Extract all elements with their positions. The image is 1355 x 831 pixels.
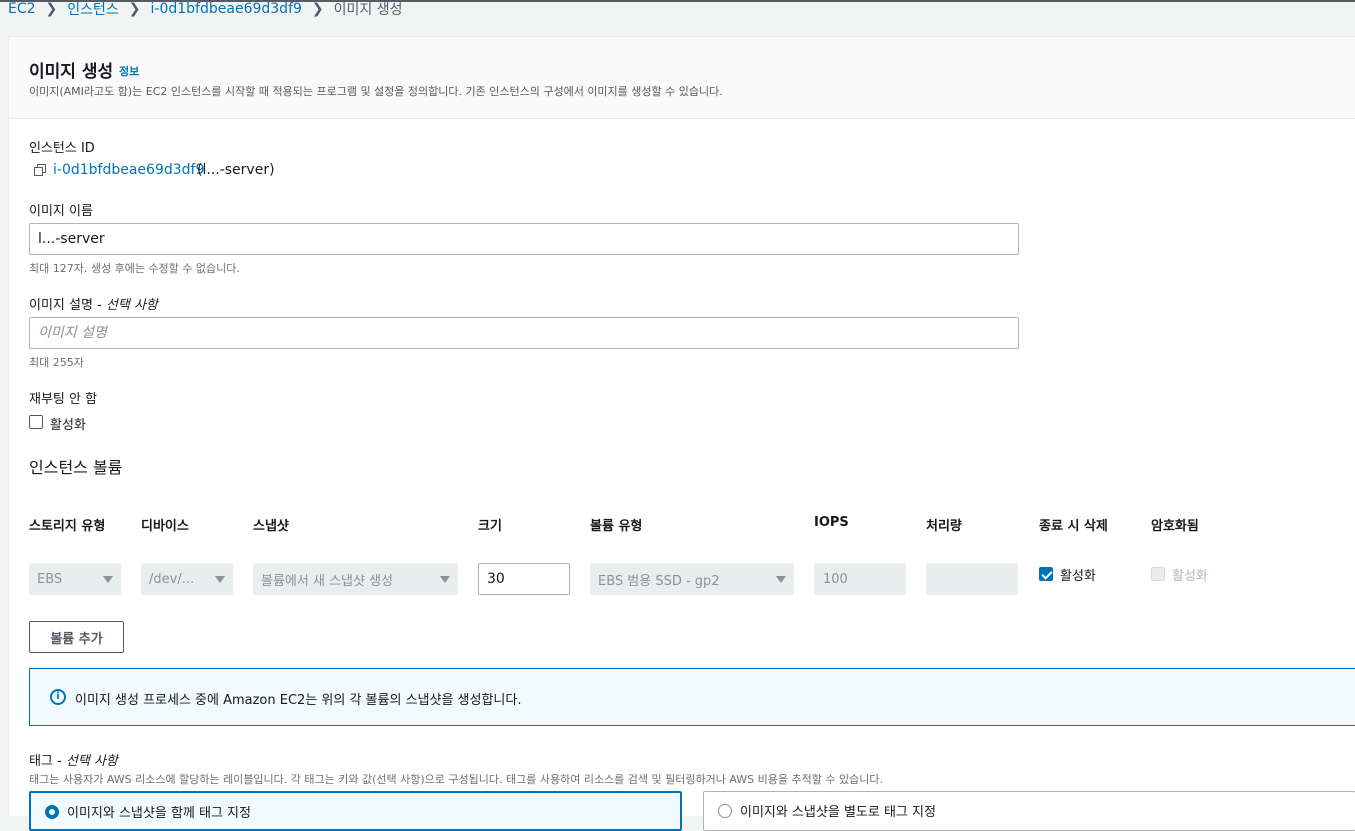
image-name-input[interactable] xyxy=(29,223,1019,255)
create-image-panel: 이미지 생성 정보 이미지(AMI라고도 함)는 EC2 인스턴스를 시작할 때… xyxy=(8,36,1355,831)
volume-type-select: EBS 범용 SSD - gp2 xyxy=(590,563,794,595)
image-description-label: 이미지 설명 - 선택 사항 xyxy=(29,298,158,313)
device-select: /dev/... xyxy=(141,563,233,595)
delete-on-termination-checkbox[interactable] xyxy=(1039,567,1053,581)
caret-down-icon xyxy=(776,575,786,583)
image-name-hint: 최대 127자. 생성 후에는 수정할 수 없습니다. xyxy=(29,262,240,275)
col-encrypted: 암호화됨 xyxy=(1151,519,1199,534)
no-reboot-checkbox[interactable] xyxy=(29,415,43,429)
add-volume-button[interactable]: 볼륨 추가 xyxy=(29,621,124,653)
storage-type-select: EBS xyxy=(29,563,121,595)
volume-size-input[interactable] xyxy=(478,563,570,595)
tag-together-radio[interactable] xyxy=(45,805,59,819)
caret-down-icon xyxy=(103,575,113,583)
info-icon: i xyxy=(50,689,66,705)
col-volume-type: 볼륨 유형 xyxy=(590,519,643,534)
col-device: 디바이스 xyxy=(141,519,189,534)
instance-volumes-title: 인스턴스 볼륨 xyxy=(29,458,123,477)
info-alert: i 이미지 생성 프로세스 중에 Amazon EC2는 위의 각 볼륨의 스냅… xyxy=(29,668,1355,726)
breadcrumb-instances[interactable]: 인스턴스 xyxy=(67,0,119,19)
col-size: 크기 xyxy=(478,519,502,534)
instance-id-link[interactable]: i-0d1bfdbeae69d3df9 xyxy=(53,162,204,178)
tags-description: 태그는 사용자가 AWS 리소스에 할당하는 레이블입니다. 각 태그는 키와 … xyxy=(29,773,883,786)
chevron-right-icon: ❯ xyxy=(311,1,324,17)
chevron-right-icon: ❯ xyxy=(45,1,58,17)
tag-separate-option[interactable]: 이미지와 스냅샷을 별도로 태그 지정 xyxy=(703,791,1355,831)
iops-input: 100 xyxy=(814,563,906,595)
snapshot-select: 볼륨에서 새 스냅샷 생성 xyxy=(253,563,458,595)
breadcrumb-ec2[interactable]: EC2 xyxy=(8,1,36,17)
col-iops: IOPS xyxy=(814,515,849,530)
tag-together-option[interactable]: 이미지와 스냅샷을 함께 태그 지정 xyxy=(29,791,682,831)
page-title: 이미지 생성 xyxy=(29,62,114,82)
breadcrumb: EC2 ❯ 인스턴스 ❯ i-0d1bfdbeae69d3df9 ❯ 이미지 생… xyxy=(8,0,403,18)
col-storage-type: 스토리지 유형 xyxy=(29,519,106,534)
no-reboot-checkbox-label[interactable]: 활성화 xyxy=(50,414,86,433)
image-description-hint: 최대 255자 xyxy=(29,356,84,369)
page-description: 이미지(AMI라고도 함)는 EC2 인스턴스를 시작할 때 적용되는 프로그램… xyxy=(29,85,723,98)
chevron-right-icon: ❯ xyxy=(128,1,141,17)
encrypted-checkbox xyxy=(1151,567,1165,581)
instance-name: (l...-server) xyxy=(197,162,275,178)
delete-on-termination-label[interactable]: 활성화 xyxy=(1060,565,1096,584)
copy-icon[interactable] xyxy=(34,164,47,177)
breadcrumb-instance-id[interactable]: i-0d1bfdbeae69d3df9 xyxy=(151,1,302,17)
info-alert-text: 이미지 생성 프로세스 중에 Amazon EC2는 위의 각 볼륨의 스냅샷을… xyxy=(75,693,522,708)
col-throughput: 처리량 xyxy=(926,519,962,534)
image-name-label: 이미지 이름 xyxy=(29,204,93,219)
image-description-input[interactable] xyxy=(29,317,1019,349)
col-delete-on-termination: 종료 시 삭제 xyxy=(1039,519,1108,534)
caret-down-icon xyxy=(215,575,225,583)
no-reboot-label: 재부팅 안 함 xyxy=(29,392,98,407)
encrypted-label: 활성화 xyxy=(1172,569,1208,584)
throughput-input xyxy=(926,563,1018,595)
tag-separate-label: 이미지와 스냅샷을 별도로 태그 지정 xyxy=(740,805,936,820)
caret-down-icon xyxy=(440,575,450,583)
col-snapshot: 스냅샷 xyxy=(253,519,289,534)
breadcrumb-current: 이미지 생성 xyxy=(333,2,403,18)
info-link[interactable]: 정보 xyxy=(119,63,139,79)
tags-label: 태그 - 선택 사항 xyxy=(29,754,118,769)
panel-header: 이미지 생성 정보 이미지(AMI라고도 함)는 EC2 인스턴스를 시작할 때… xyxy=(9,37,1355,119)
tag-together-label: 이미지와 스냅샷을 함께 태그 지정 xyxy=(67,806,251,821)
instance-id-label: 인스턴스 ID xyxy=(29,141,95,156)
tag-separate-radio[interactable] xyxy=(718,804,732,818)
